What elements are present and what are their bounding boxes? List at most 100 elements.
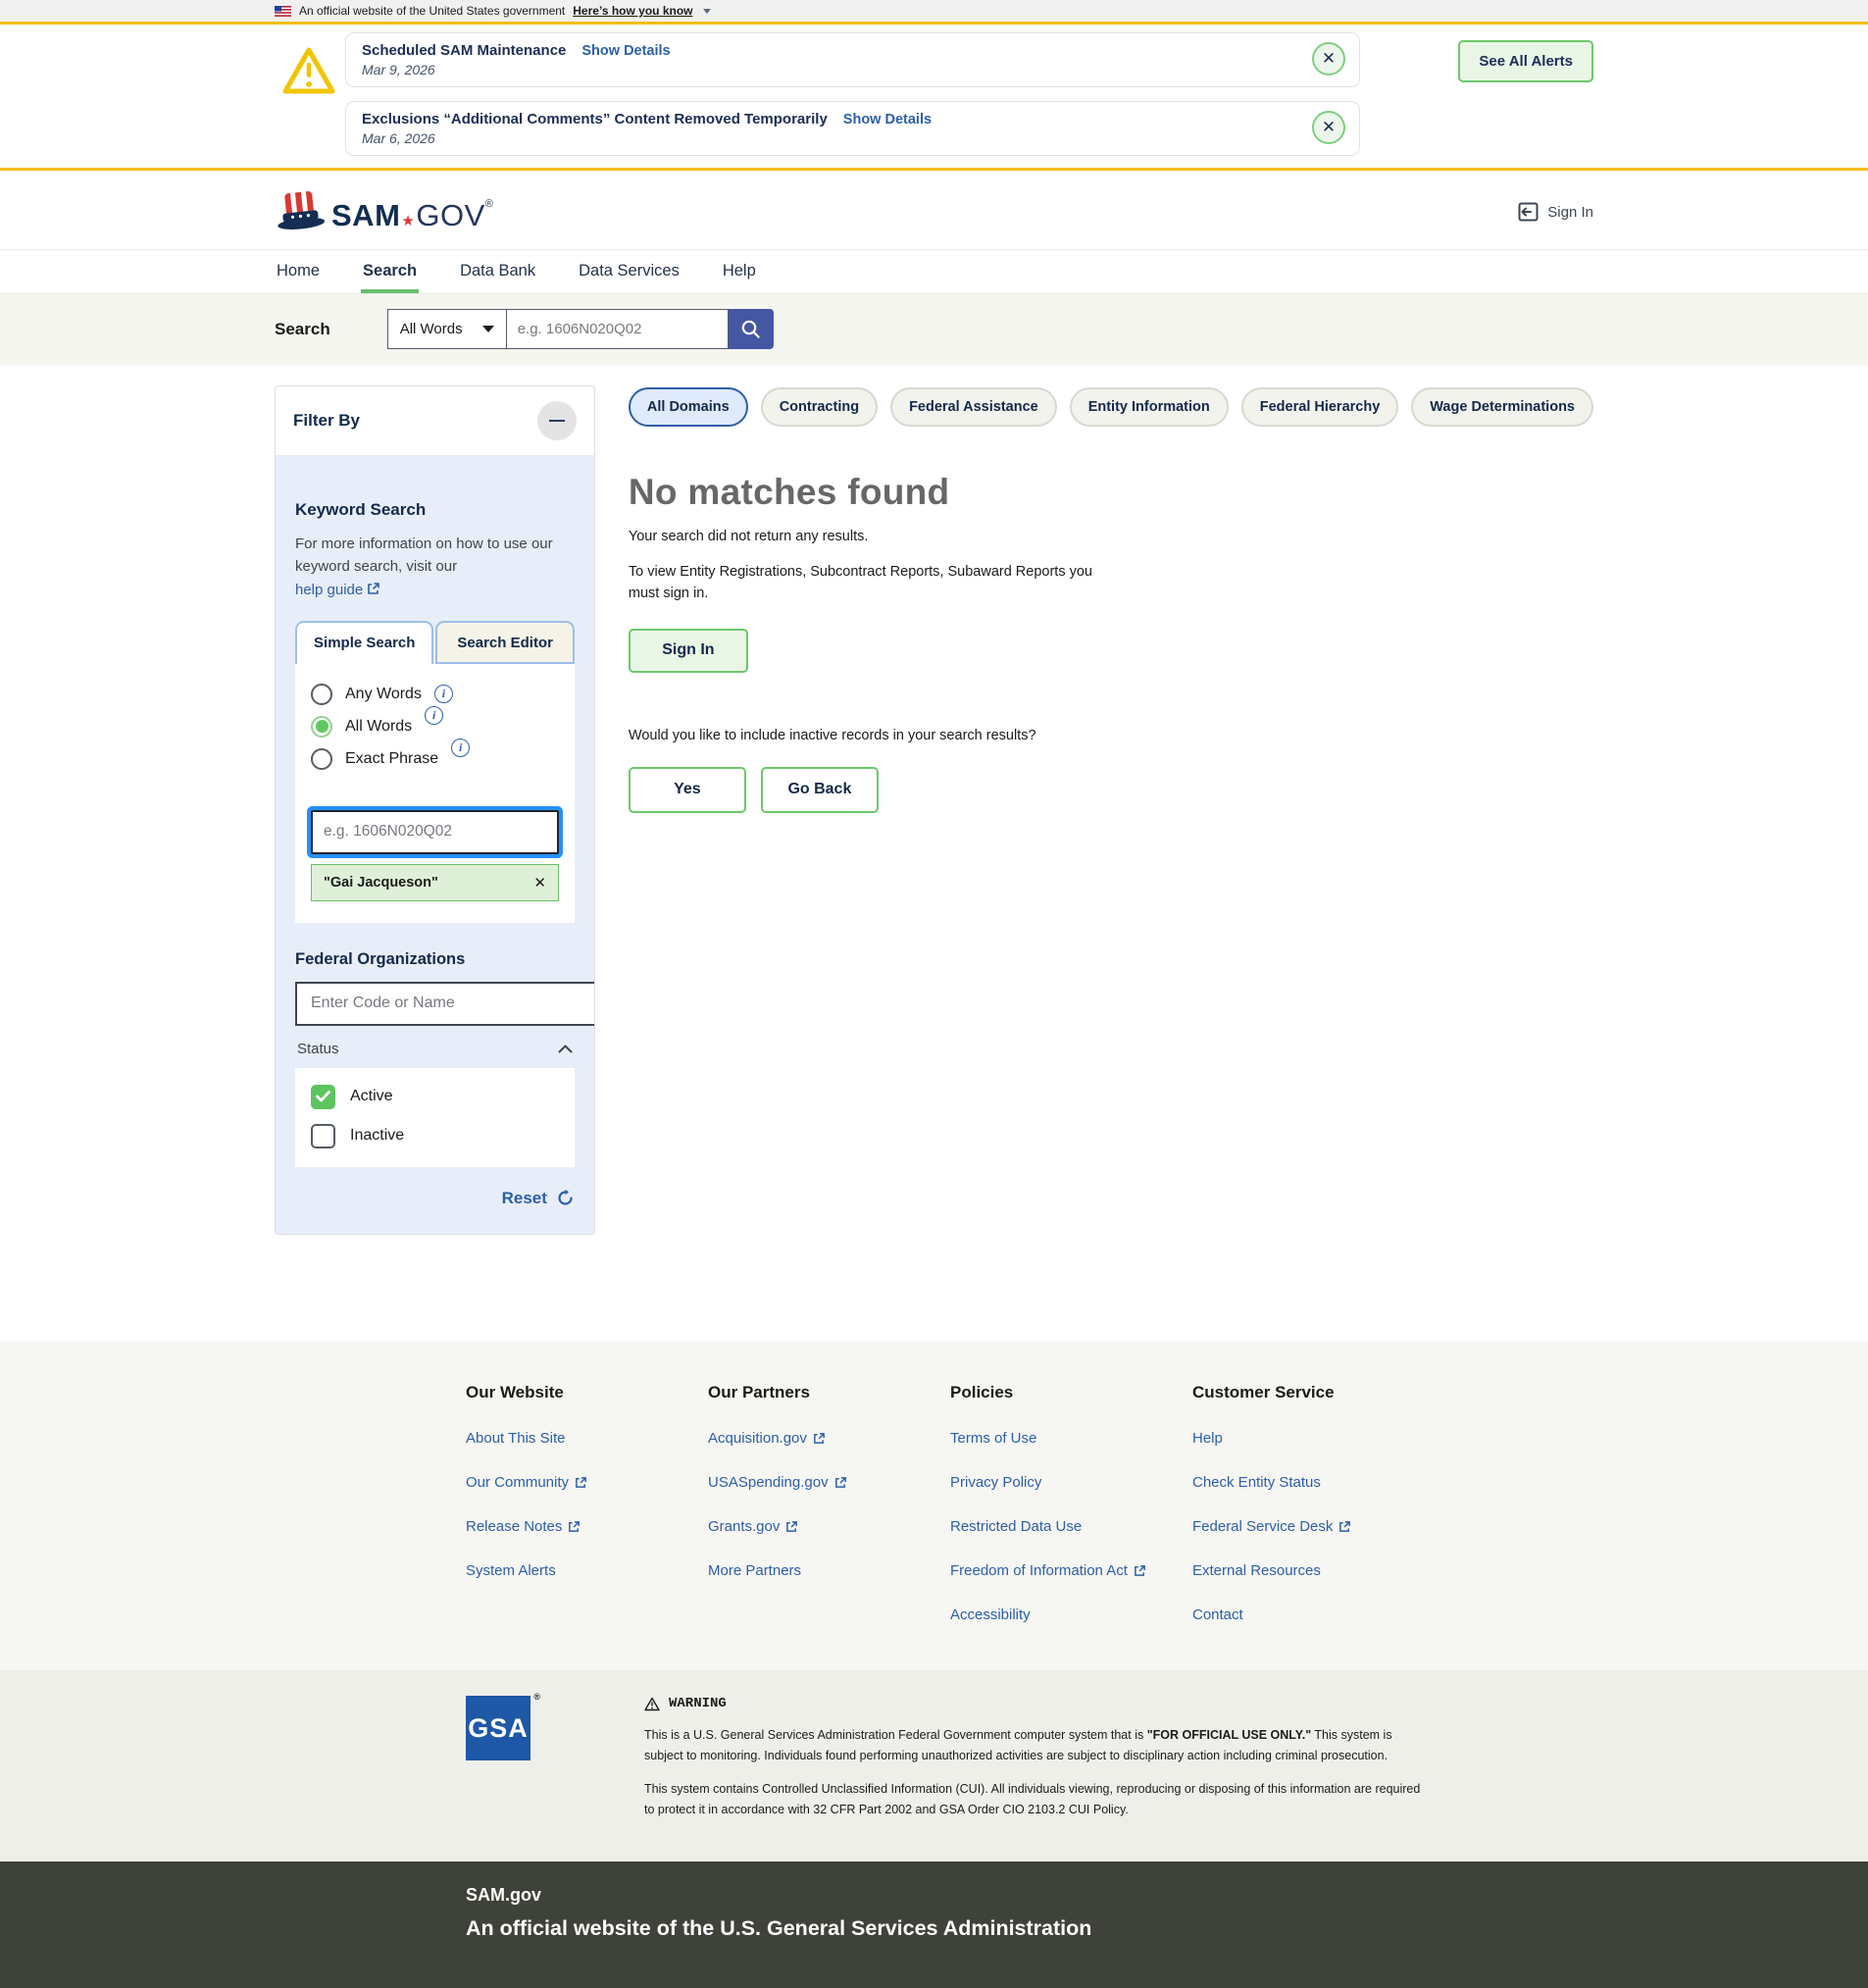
pill-federal-assistance[interactable]: Federal Assistance [890,387,1057,427]
search-submit-button[interactable] [729,309,774,349]
search-mode-select[interactable]: All Words [387,309,507,349]
radio-any-words-label: Any Words [345,686,422,703]
domain-filter-pills: All Domains Contracting Federal Assistan… [629,387,1593,427]
footer-link-privacy-policy[interactable]: Privacy Policy [950,1474,1192,1491]
filter-panel-title: Filter By [293,411,360,431]
pill-all-domains[interactable]: All Domains [629,387,748,427]
footer-col-our-partners: Our Partners Acquisition.gov USASpending… [708,1383,950,1623]
nav-item-search[interactable]: Search [361,250,419,293]
alert-close-icon[interactable]: ✕ [1312,111,1345,144]
footer-link-more-partners[interactable]: More Partners [708,1562,950,1579]
alert-title: Scheduled SAM Maintenance [362,42,566,59]
alert-close-icon[interactable]: ✕ [1312,42,1345,76]
footer-link-foia[interactable]: Freedom of Information Act [950,1562,1192,1579]
nav-item-data-services[interactable]: Data Services [577,250,682,293]
info-icon[interactable]: i [425,706,443,725]
sign-in-icon [1518,202,1539,222]
no-results-subtitle: Your search did not return any results. [629,529,1593,544]
reset-filters-link[interactable]: Reset [502,1189,547,1208]
footer-link-grants-gov[interactable]: Grants.gov [708,1518,950,1535]
footer-col-customer-service: Customer Service Help Check Entity Statu… [1192,1383,1435,1623]
radio-all-words-label: All Words [345,718,412,736]
footer-link-external-resources[interactable]: External Resources [1192,1562,1435,1579]
sign-in-label: Sign In [1547,204,1593,221]
keyword-chip-label: "Gai Jacqueson" [324,875,438,891]
external-link-icon [1134,1564,1146,1577]
info-icon[interactable]: i [451,739,470,757]
sign-in-button[interactable]: Sign In [629,629,748,673]
footer-link-help[interactable]: Help [1192,1430,1435,1447]
radio-all-words[interactable] [311,716,332,738]
footer-link-usaspending-gov[interactable]: USASpending.gov [708,1474,950,1491]
footer-link-our-community[interactable]: Our Community [466,1474,708,1491]
checkbox-active-label: Active [350,1088,393,1105]
minus-icon [549,420,565,423]
alert-show-details-link[interactable]: Show Details [843,112,932,127]
see-all-alerts-button[interactable]: See All Alerts [1458,40,1593,82]
alert-title: Exclusions “Additional Comments” Content… [362,111,828,127]
footer-link-about-this-site[interactable]: About This Site [466,1430,708,1447]
tab-simple-search[interactable]: Simple Search [295,621,433,664]
uncle-sam-hat-icon [275,190,326,233]
no-matches-title: No matches found [629,472,1593,513]
chip-remove-icon[interactable]: ✕ [533,874,546,892]
alerts-section: Scheduled SAM Maintenance Show Details M… [0,25,1868,168]
check-icon [316,1091,330,1102]
reset-refresh-icon[interactable] [556,1189,575,1207]
pill-contracting[interactable]: Contracting [761,387,878,427]
alert-card-maintenance: Scheduled SAM Maintenance Show Details M… [345,32,1360,87]
checkbox-active[interactable] [311,1085,335,1109]
keyword-search-input[interactable] [311,810,559,854]
status-section-toggle[interactable]: Status [295,1041,575,1057]
search-strip-label: Search [275,320,330,339]
warning-paragraph-2: This system contains Controlled Unclassi… [644,1779,1424,1819]
footer-heading: Customer Service [1192,1383,1435,1402]
federal-orgs-combobox[interactable]: Enter Code or Name [295,982,595,1026]
tab-search-editor[interactable]: Search Editor [435,621,574,664]
footer-link-contact[interactable]: Contact [1192,1606,1435,1623]
external-link-icon [813,1432,826,1445]
nav-item-home[interactable]: Home [275,250,322,293]
radio-exact-phrase-label: Exact Phrase [345,750,438,768]
footer-link-acquisition-gov[interactable]: Acquisition.gov [708,1430,950,1447]
how-you-know-link[interactable]: Here’s how you know [573,4,692,18]
keyword-chip: "Gai Jacqueson" ✕ [311,864,559,901]
warning-triangle-icon [644,1697,660,1711]
warning-heading: WARNING [669,1696,727,1711]
info-icon[interactable]: i [434,685,453,703]
warning-section: GSA ® WARNING This is a U.S. General Ser… [0,1670,1868,1861]
filter-collapse-button[interactable] [537,401,577,440]
go-back-button[interactable]: Go Back [761,767,879,813]
external-link-icon [575,1476,587,1489]
pill-federal-hierarchy[interactable]: Federal Hierarchy [1241,387,1399,427]
radio-any-words[interactable] [311,684,332,705]
keyword-help-text: For more information on how to use our k… [295,535,553,575]
header-sign-in-link[interactable]: Sign In [1518,202,1593,222]
pill-wage-determinations[interactable]: Wage Determinations [1411,387,1593,427]
yes-button[interactable]: Yes [629,767,746,813]
footer-col-our-website: Our Website About This Site Our Communit… [466,1383,708,1623]
alert-date: Mar 6, 2026 [362,130,1300,146]
help-guide-link[interactable]: help guide [295,582,363,598]
logo-star-icon: ★ [401,213,415,229]
global-search-input[interactable] [507,309,729,349]
footer-link-check-entity-status[interactable]: Check Entity Status [1192,1474,1435,1491]
footer-link-accessibility[interactable]: Accessibility [950,1606,1192,1623]
samgov-logo[interactable]: SAM★GOV® [275,190,493,233]
nav-item-help[interactable]: Help [721,250,758,293]
footer-link-system-alerts[interactable]: System Alerts [466,1562,708,1579]
radio-selected-dot [316,720,328,733]
sign-in-note: To view Entity Registrations, Subcontrac… [629,561,1107,605]
footer-link-release-notes[interactable]: Release Notes [466,1518,708,1535]
footer-link-restricted-data-use[interactable]: Restricted Data Use [950,1518,1192,1535]
pill-entity-information[interactable]: Entity Information [1070,387,1229,427]
radio-exact-phrase[interactable] [311,748,332,770]
nav-item-data-bank[interactable]: Data Bank [458,250,537,293]
alert-date: Mar 9, 2026 [362,62,1300,77]
footer-link-terms-of-use[interactable]: Terms of Use [950,1430,1192,1447]
alert-show-details-link[interactable]: Show Details [581,43,670,59]
alert-card-exclusions: Exclusions “Additional Comments” Content… [345,101,1360,156]
external-link-icon [367,582,380,595]
footer-link-federal-service-desk[interactable]: Federal Service Desk [1192,1518,1435,1535]
checkbox-inactive[interactable] [311,1124,335,1148]
